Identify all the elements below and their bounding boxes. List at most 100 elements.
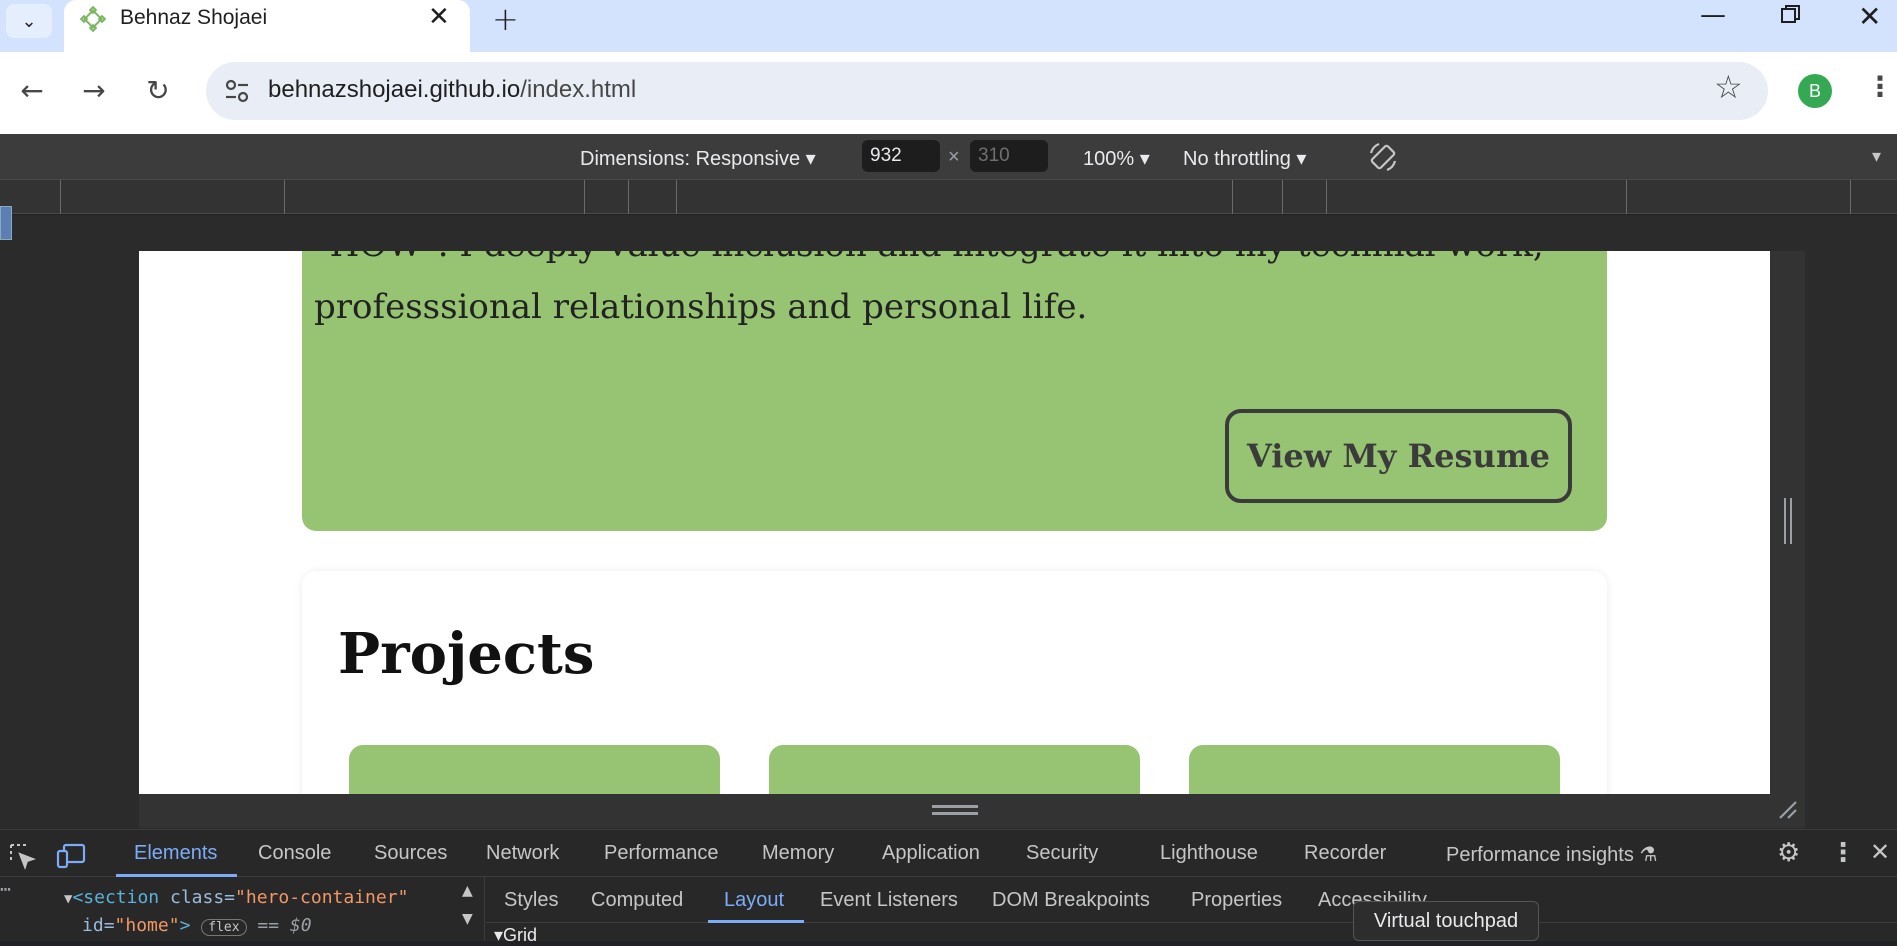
devtools-tab-network[interactable]: Network xyxy=(486,842,559,865)
devtools-tab-application[interactable]: Application xyxy=(882,842,980,865)
ruler-tick xyxy=(628,180,629,214)
scroll-up-icon[interactable]: ▲ xyxy=(462,883,473,899)
url-path: /index.html xyxy=(520,76,637,103)
ruler-tick xyxy=(1232,180,1233,214)
ruler-tick xyxy=(1626,180,1627,214)
tag-name: <section xyxy=(72,887,160,908)
new-tab-plus-icon[interactable]: + xyxy=(492,0,519,38)
devtools-tab-recorder[interactable]: Recorder xyxy=(1304,842,1386,865)
devtools-tab-sources[interactable]: Sources xyxy=(374,842,447,865)
attr-name: class xyxy=(169,887,225,908)
times-sign: × xyxy=(948,146,960,168)
ruler-handle[interactable] xyxy=(0,206,12,240)
devtools-tab-bar: Elements Console Sources Network Perform… xyxy=(0,829,1897,877)
scroll-down-icon[interactable]: ▼ xyxy=(462,911,473,927)
viewport-resize-handle-right[interactable] xyxy=(1784,498,1792,544)
chevron-down-icon: ⌄ xyxy=(21,10,37,32)
site-info-tune-icon[interactable] xyxy=(222,76,252,106)
collapse-triangle-icon: ▾ xyxy=(494,925,504,945)
profile-avatar[interactable]: B xyxy=(1798,74,1832,108)
settings-gear-icon[interactable]: ⚙ xyxy=(1777,838,1800,868)
browser-menu-icon[interactable]: ⋮ xyxy=(1866,70,1894,103)
forward-arrow-icon[interactable]: → xyxy=(74,70,114,110)
tab-search-button[interactable]: ⌄ xyxy=(6,4,52,38)
sidebar-tab-styles[interactable]: Styles xyxy=(504,889,558,912)
dom-node-section-line2[interactable]: id="home"> flex == $0 xyxy=(82,915,312,936)
window-restore-icon[interactable] xyxy=(1780,4,1802,24)
view-resume-button[interactable]: View My Resume xyxy=(1225,409,1572,503)
sidebar-tab-layout[interactable]: Layout xyxy=(724,889,784,912)
devtools-tab-elements[interactable]: Elements xyxy=(134,842,217,865)
caret-down-icon: ▾ xyxy=(1296,148,1307,170)
grid-section-header[interactable]: ▾Grid xyxy=(494,925,537,946)
equals-sign: = xyxy=(224,887,236,908)
url-text: behnazshojaei.github.io/index.html xyxy=(268,76,636,104)
dimensions-label: Dimensions: Responsive xyxy=(580,148,801,170)
devtools-tab-security[interactable]: Security xyxy=(1026,842,1098,865)
sidebar-tab-event-listeners[interactable]: Event Listeners xyxy=(820,889,958,912)
ruler-tick xyxy=(1282,180,1283,214)
project-card[interactable] xyxy=(349,745,720,794)
ruler-tick xyxy=(284,180,285,214)
selected-node-marker: == $0 xyxy=(257,915,312,936)
page-viewport: "HOW". I deeply value inclusion and inte… xyxy=(139,251,1770,794)
viewport-resize-handle-bottom[interactable] xyxy=(932,805,978,815)
projects-heading: Projects xyxy=(338,621,595,687)
zoom-dropdown[interactable]: 100% ▾ xyxy=(1083,146,1150,171)
project-card[interactable] xyxy=(769,745,1140,794)
attr-value: "home" xyxy=(114,915,180,936)
ruler-tick xyxy=(1850,180,1851,214)
sidebar-tab-dom-breakpoints[interactable]: DOM Breakpoints xyxy=(992,889,1150,912)
rotate-icon[interactable] xyxy=(1366,140,1400,174)
browser-tab-active[interactable]: Behnaz Shojaei ✕ xyxy=(64,0,470,52)
devtools-tab-performance-insights[interactable]: Performance insights ⚗ xyxy=(1446,842,1657,867)
corner-resize-icon[interactable] xyxy=(1778,800,1798,820)
back-arrow-icon[interactable]: ← xyxy=(12,70,52,110)
devtools-tab-memory[interactable]: Memory xyxy=(762,842,834,865)
virtual-touchpad-tooltip: Virtual touchpad xyxy=(1353,901,1539,941)
devtools-tab-console[interactable]: Console xyxy=(258,842,331,865)
device-toggle-icon[interactable] xyxy=(56,842,86,870)
devtools-tab-performance[interactable]: Performance xyxy=(604,842,719,865)
hero-text-line1: "HOW". I deeply value inclusion and inte… xyxy=(314,251,1544,265)
more-options-caret-icon[interactable]: ▾ xyxy=(1872,146,1881,167)
caret-down-icon: ▾ xyxy=(805,148,816,170)
devtools-panel: Elements Console Sources Network Perform… xyxy=(0,829,1897,945)
experiment-flask-icon: ⚗ xyxy=(1639,844,1658,866)
dimensions-dropdown[interactable]: Dimensions: Responsive ▾ xyxy=(580,146,816,171)
window-minimize-icon[interactable]: — xyxy=(1700,0,1726,30)
throttling-value: No throttling xyxy=(1183,148,1291,170)
window-close-icon[interactable]: ✕ xyxy=(1858,0,1881,33)
devtools-tab-lighthouse[interactable]: Lighthouse xyxy=(1160,842,1258,865)
flex-badge[interactable]: flex xyxy=(201,919,247,936)
bookmark-star-icon[interactable]: ☆ xyxy=(1714,68,1743,106)
project-card[interactable] xyxy=(1189,745,1560,794)
ruler-tick xyxy=(1326,180,1327,214)
attr-value: "hero-container" xyxy=(235,887,409,908)
device-toolbar: Dimensions: Responsive ▾ 932 × 310 100% … xyxy=(0,134,1897,180)
perf-insights-label: Performance insights xyxy=(1446,844,1634,866)
tab-close-icon[interactable]: ✕ xyxy=(428,2,450,32)
throttling-dropdown[interactable]: No throttling ▾ xyxy=(1183,146,1306,171)
tab-strip: ⌄ Behnaz Shojaei ✕ + — ✕ xyxy=(0,0,1897,52)
zoom-value: 100% xyxy=(1083,148,1135,170)
tab-title: Behnaz Shojaei xyxy=(120,6,268,29)
media-query-ruler xyxy=(0,180,1897,214)
inspect-element-icon[interactable] xyxy=(8,842,36,870)
browser-toolbar: ← → ↻ behnazshojaei.github.io/index.html… xyxy=(0,52,1897,134)
tag-close: > xyxy=(179,915,191,936)
sidebar-tab-computed[interactable]: Computed xyxy=(591,889,683,912)
reload-icon[interactable]: ↻ xyxy=(138,70,178,110)
width-input[interactable]: 932 xyxy=(862,140,940,172)
equals-sign: = xyxy=(103,915,115,936)
sidebar-tab-bar: Styles Computed Layout Event Listeners D… xyxy=(486,877,1897,923)
dom-node-section[interactable]: ▼<section class="hero-container" xyxy=(64,887,408,908)
active-subtab-indicator xyxy=(708,920,804,923)
ellipsis-icon[interactable]: ⋯ xyxy=(0,879,11,900)
address-bar[interactable]: behnazshojaei.github.io/index.html ☆ xyxy=(206,62,1768,120)
devtools-menu-icon[interactable]: ⋮ xyxy=(1830,838,1856,868)
ruler-tick xyxy=(676,180,677,214)
height-input[interactable]: 310 xyxy=(970,140,1048,172)
sidebar-tab-properties[interactable]: Properties xyxy=(1191,889,1282,912)
devtools-close-icon[interactable]: ✕ xyxy=(1870,838,1890,866)
